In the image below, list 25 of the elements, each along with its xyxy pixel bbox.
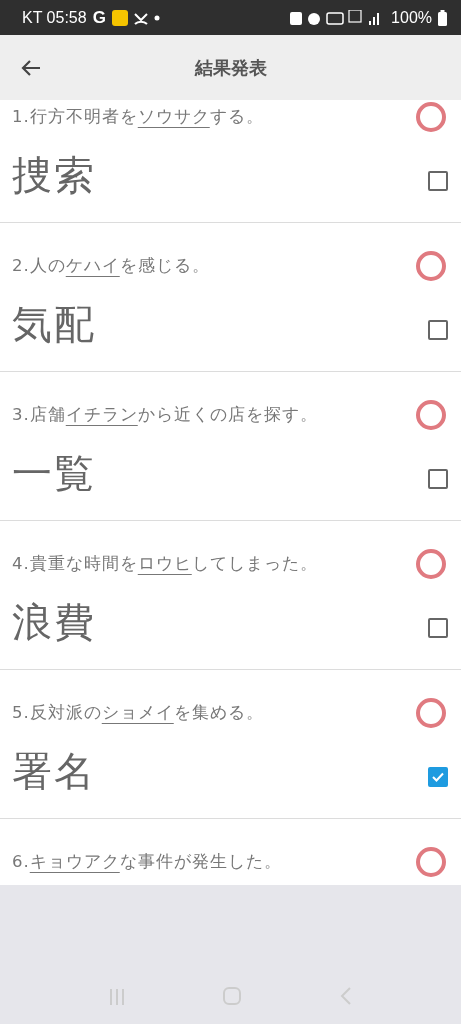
question-sentence: 1.行方不明者を ソウサクする。 [12,106,265,128]
check-icon [432,772,444,782]
question-sentence: 4.貴重な時間を ロウヒ してしまった。 [12,553,319,575]
checkbox[interactable] [428,618,448,638]
dot-icon [153,14,160,21]
status-app-label: G [92,7,106,28]
screen-title: 結果発表 [194,55,267,80]
answer-text: 浪費 [12,597,97,647]
battery-icon [438,9,447,26]
answer-text: 署名 [12,746,97,796]
answer-text: 気配 [12,299,97,349]
checkbox[interactable] [428,171,448,191]
checkbox[interactable] [428,767,448,787]
missed-call-icon [133,10,148,25]
app-badge-icon [111,9,128,26]
checkbox[interactable] [428,320,448,340]
checkbox[interactable] [428,469,448,489]
status-time: KT 05:58 [22,8,87,27]
question-sentence: 3.店舗イチランから近くの店を探す。 [12,404,319,426]
battery-percent: 100% [391,8,432,27]
question-sentence: 5.反対派の ショメイ を集める。 [12,702,265,724]
question-sentence: 6.キョウアク な事件が発生した。 [12,851,283,873]
answer-text: 一覧 [12,448,97,498]
question-sentence: 2.人のケハイ を感じる。 [12,255,211,277]
answer-text: 捜索 [12,150,97,200]
